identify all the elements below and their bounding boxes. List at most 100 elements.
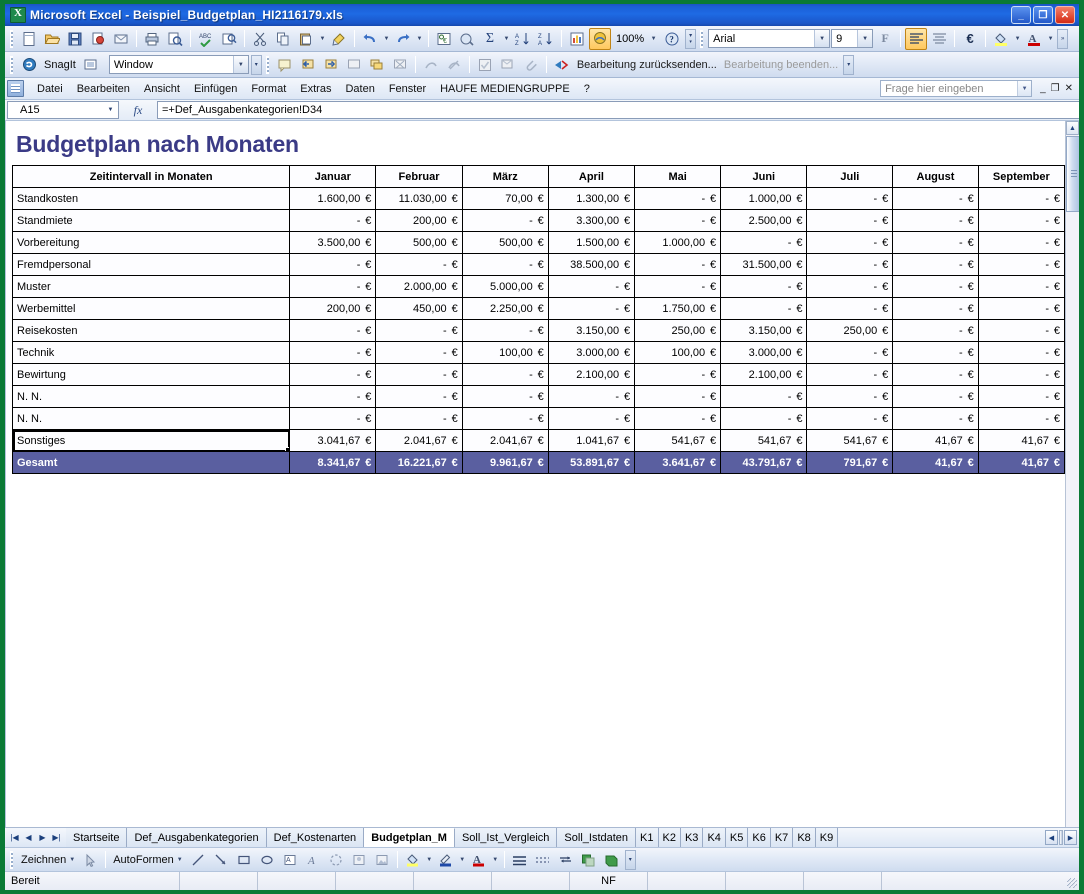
cell-value[interactable]: 3.150,00 € <box>720 319 808 342</box>
cell-value[interactable]: - € <box>289 363 377 386</box>
cell-value[interactable]: - € <box>461 363 549 386</box>
cell-value[interactable]: - € <box>806 231 894 254</box>
dash-style-icon[interactable] <box>532 849 554 871</box>
cell-value[interactable]: - € <box>461 253 549 276</box>
spelling-icon[interactable]: ABC <box>195 28 217 50</box>
menu-datei[interactable]: Datei <box>30 81 70 97</box>
diagram-icon[interactable] <box>325 849 347 871</box>
cell-value[interactable]: 3.150,00 € <box>547 319 636 342</box>
show-all-comments-icon[interactable] <box>366 54 388 76</box>
cell-value[interactable]: - € <box>289 253 377 276</box>
font-name-combo[interactable]: Arial ▼ <box>708 29 831 48</box>
cell-value[interactable]: - € <box>892 275 979 298</box>
drawing-toolbar-overflow-button[interactable]: ▾ <box>624 849 636 870</box>
review-toolbar-overflow-button[interactable]: ▾ <box>843 54 855 75</box>
cell-value[interactable]: 541,67 € <box>720 429 808 452</box>
row-label[interactable]: N. N. <box>11 385 291 408</box>
row-label[interactable]: Muster <box>11 275 291 298</box>
attachment-icon[interactable] <box>520 54 542 76</box>
cell-value[interactable]: - € <box>720 407 808 430</box>
chevron-down-icon[interactable]: ▼ <box>857 30 873 47</box>
cell-value[interactable]: - € <box>720 385 808 408</box>
cell-value[interactable]: - € <box>806 407 894 430</box>
cell-value[interactable]: 3.000,00 € <box>547 341 636 364</box>
cell-value[interactable]: 3.500,00 € <box>289 231 377 254</box>
menu-haufe-mediengruppe[interactable]: HAUFE MEDIENGRUPPE <box>433 81 577 97</box>
sort-ascending-icon[interactable]: AZ <box>512 28 534 50</box>
shadow-style-icon[interactable] <box>578 849 600 871</box>
menu-format[interactable]: Format <box>244 81 293 97</box>
menu-bearbeiten[interactable]: Bearbeiten <box>70 81 137 97</box>
cell-value[interactable]: - € <box>806 363 894 386</box>
snagit-profile-combo[interactable]: Window ▼ <box>108 55 249 74</box>
sum-icon[interactable]: Σ <box>479 28 501 50</box>
first-sheet-button[interactable]: |◀ <box>8 833 21 842</box>
cell-value[interactable]: - € <box>547 407 636 430</box>
sheet-tab-def-kostenarten[interactable]: Def_Kostenarten <box>266 828 365 847</box>
arrow-style-icon[interactable] <box>555 849 577 871</box>
cut-icon[interactable] <box>249 28 271 50</box>
cell-value[interactable]: - € <box>892 341 979 364</box>
row-label[interactable]: Standmiete <box>11 209 291 232</box>
save-icon[interactable] <box>64 28 86 50</box>
cell-value[interactable]: - € <box>634 187 722 210</box>
cell-value[interactable]: 3.000,00 € <box>720 341 808 364</box>
format-toolbar-overflow-button[interactable]: » <box>1057 28 1069 49</box>
align-left-icon[interactable] <box>905 27 928 50</box>
fill-color-icon[interactable] <box>990 28 1012 50</box>
line-icon[interactable] <box>187 849 209 871</box>
next-sheet-button[interactable]: ▶ <box>36 833 49 842</box>
last-sheet-button[interactable]: ▶| <box>50 833 63 842</box>
cell-value[interactable]: 3.041,67 € <box>289 429 377 452</box>
review-check-icon[interactable] <box>474 54 496 76</box>
formula-input[interactable]: =+Def_Ausgabenkategorien!D34 <box>157 101 1079 119</box>
workbook-minimize-button[interactable]: _ <box>1040 83 1046 94</box>
workbook-restore-button[interactable]: ❐ <box>1051 83 1060 94</box>
cell-value[interactable]: - € <box>289 209 377 232</box>
cell-value[interactable]: - € <box>720 275 808 298</box>
cell-value[interactable]: - € <box>634 385 722 408</box>
cell-value[interactable]: - € <box>375 407 463 430</box>
cell-value[interactable]: 250,00 € <box>806 319 894 342</box>
track-changes-icon[interactable] <box>420 54 442 76</box>
cell-value[interactable]: - € <box>461 319 549 342</box>
snagit-toolbar-grip[interactable] <box>10 55 14 74</box>
workbook-close-button[interactable]: ✕ <box>1065 83 1073 94</box>
font-color-icon[interactable]: A <box>1023 28 1045 50</box>
cell-value[interactable]: - € <box>547 297 636 320</box>
sheet-tab-startseite[interactable]: Startseite <box>66 828 128 847</box>
cell-value[interactable]: 2.100,00 € <box>547 363 636 386</box>
row-label[interactable]: Technik <box>11 341 291 364</box>
worksheet-canvas[interactable]: Budgetplan nach Monaten Zeitintervall in… <box>6 121 1065 827</box>
cell-value[interactable]: 1.500,00 € <box>547 231 636 254</box>
menu-einfuegen[interactable]: Einfügen <box>187 81 244 97</box>
redo-icon[interactable] <box>392 28 414 50</box>
line-color-icon[interactable] <box>435 849 457 871</box>
sheet-tab-budgetplan-m[interactable]: Budgetplan_M <box>364 828 455 847</box>
rectangle-icon[interactable] <box>233 849 255 871</box>
delete-comment-icon[interactable] <box>389 54 411 76</box>
arrow-icon[interactable] <box>210 849 232 871</box>
prev-comment-icon[interactable] <box>297 54 319 76</box>
fill-color-dropdown-icon[interactable]: ▼ <box>1013 28 1022 50</box>
review-toolbar-grip[interactable] <box>265 55 270 74</box>
cell-value[interactable]: - € <box>634 209 722 232</box>
sheet-tab-soll-ist-vergleich[interactable]: Soll_Ist_Vergleich <box>454 828 558 847</box>
cell-value[interactable]: - € <box>461 385 549 408</box>
send-for-review-label[interactable]: Bearbeitung zurücksenden... <box>574 59 720 71</box>
prev-sheet-button[interactable]: ◀ <box>22 833 35 842</box>
sort-descending-icon[interactable]: ZA <box>535 28 557 50</box>
cell-value[interactable]: - € <box>806 187 894 210</box>
cell-value[interactable]: 1.300,00 € <box>547 187 636 210</box>
menu-help[interactable]: ? <box>577 81 597 97</box>
cell-value[interactable]: - € <box>977 385 1065 408</box>
cell-value[interactable]: - € <box>289 275 377 298</box>
wordart-icon[interactable]: A <box>302 849 324 871</box>
reject-changes-icon[interactable] <box>443 54 465 76</box>
sheet-tab-k2[interactable]: K2 <box>658 828 681 847</box>
sheet-tab-def-ausgabenkategorien[interactable]: Def_Ausgabenkategorien <box>127 828 267 847</box>
restore-button[interactable]: ❐ <box>1033 6 1053 24</box>
sheet-tab-k3[interactable]: K3 <box>680 828 704 847</box>
cell-value[interactable]: 1.041,67 € <box>547 429 636 452</box>
cell-value[interactable]: - € <box>892 209 979 232</box>
